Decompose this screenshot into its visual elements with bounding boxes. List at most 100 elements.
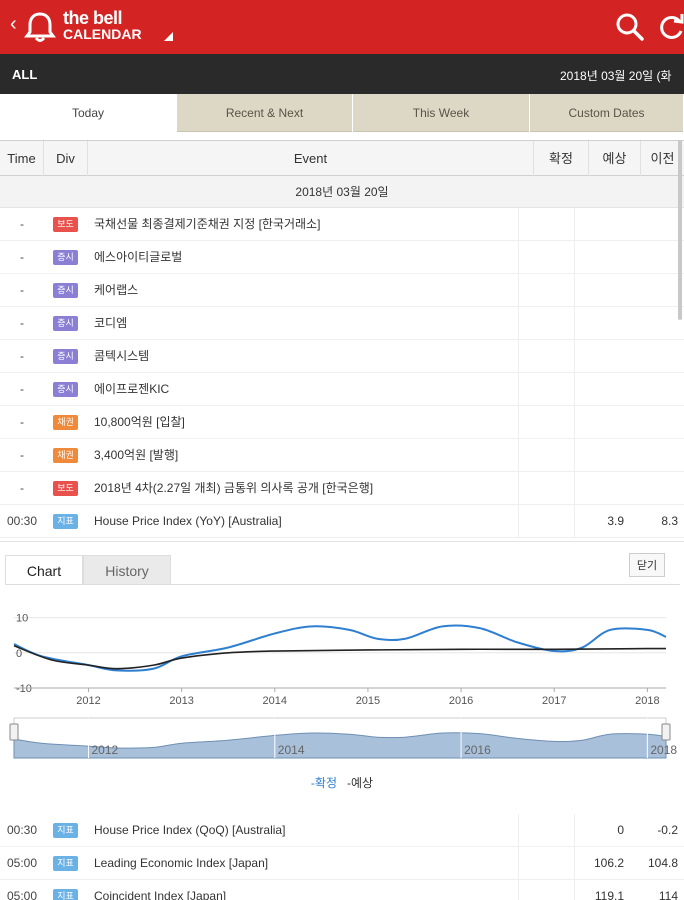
row-event[interactable]: 2018년 4차(2.27일 개최) 금통위 의사록 공개 [한국은행] [94,472,373,505]
tab-this-week[interactable]: This Week [353,94,530,132]
row-confirmed [518,439,573,472]
table-row[interactable]: 05:00 지표 Leading Economic Index [Japan] 106… [0,847,684,880]
row-time: 05:00 [6,856,38,870]
row-time: - [20,250,24,264]
row-forecast [574,472,624,505]
series-line-forecast [13,645,667,670]
row-time: - [20,382,24,396]
back-button[interactable]: ‹ [10,14,17,34]
col-div: Div [44,141,88,176]
table-row[interactable]: - 보도 국채선물 최종결제기준채권 지정 [한국거래소] [0,208,684,241]
date-group-header: 2018년 03월 20일 [0,176,684,208]
tab-chart[interactable]: Chart [5,555,83,585]
navigator-tick-label: 2018 [650,743,677,757]
row-event[interactable]: 에스아이티글로벌 [94,241,182,274]
row-event[interactable]: 코디엠 [94,307,127,340]
row-div-badge: 보도 [53,217,78,232]
filter-all[interactable]: ALL [12,67,37,82]
current-date: 2018년 03월 20일 (화 [560,69,672,83]
chart-legend: -확정 -예상 [0,774,684,791]
row-time: - [20,316,24,330]
row-time: - [20,448,24,462]
x-tick-label: 2012 [76,695,100,707]
panel-tab-divider [5,584,680,585]
row-forecast [574,406,624,439]
row-time: - [20,283,24,297]
row-confirmed [518,274,573,307]
row-div-badge: 지표 [53,514,78,529]
table-row[interactable]: 00:30 지표 House Price Index (QoQ) [Australi… [0,814,684,847]
row-time: - [20,415,24,429]
row-event[interactable]: 3,400억원 [발행] [94,439,178,472]
navigator-left-handle[interactable] [9,723,19,741]
row-div-badge: 지표 [53,856,78,871]
row-confirmed [518,814,573,847]
row-confirmed [518,241,573,274]
row-div-badge: 증시 [53,316,78,331]
table-row[interactable]: 05:00 지표 Coincident Index [Japan] 119.1 114 [0,880,684,900]
brand-subtitle[interactable]: CALENDAR [63,26,142,42]
row-event[interactable]: Leading Economic Index [Japan] [94,847,268,880]
row-event[interactable]: 콤텍시스템 [94,340,149,373]
table-row[interactable]: - 증시 콤텍시스템 [0,340,684,373]
menu-caret-icon[interactable] [164,32,173,41]
row-div-badge: 증시 [53,283,78,298]
table-row[interactable]: - 증시 케어랩스 [0,274,684,307]
row-time: - [20,481,24,495]
row-event[interactable]: 국채선물 최종결제기준채권 지정 [한국거래소] [94,208,320,241]
row-event[interactable]: 에이프로젠KIC [94,373,169,406]
legend-confirmed[interactable]: -확정 [311,776,337,790]
row-event[interactable]: 케어랩스 [94,274,138,307]
row-event[interactable]: House Price Index (YoY) [Australia] [94,505,282,538]
table-row[interactable]: - 채권 3,400억원 [발행] [0,439,684,472]
row-time: - [20,349,24,363]
navigator-tick-label: 2016 [464,743,491,757]
row-event[interactable]: 10,800억원 [입찰] [94,406,185,439]
app-header: ‹ the bell CALENDAR [0,0,684,54]
table-row[interactable]: - 채권 10,800억원 [입찰] [0,406,684,439]
row-forecast: 0 [574,814,624,847]
table-row[interactable]: - 보도 2018년 4차(2.27일 개최) 금통위 의사록 공개 [한국은행] [0,472,684,505]
table-row[interactable]: 00:30 지표 House Price Index (YoY) [Australi… [0,505,684,538]
legend-forecast[interactable]: -예상 [347,776,373,790]
navigator-right-handle[interactable] [661,723,671,741]
x-tick-label: 2017 [542,695,566,707]
row-event[interactable]: House Price Index (QoQ) [Australia] [94,814,285,847]
tab-custom-dates[interactable]: Custom Dates [530,94,684,132]
row-confirmed [518,340,573,373]
close-button[interactable]: 닫기 [629,553,665,577]
series-line-confirmed [13,624,667,672]
row-div-badge: 보도 [53,481,78,496]
row-forecast [574,307,624,340]
table-row[interactable]: - 증시 에스아이티글로벌 [0,241,684,274]
table-row[interactable]: - 증시 코디엠 [0,307,684,340]
tab-history[interactable]: History [83,555,171,585]
row-confirmed [518,208,573,241]
row-forecast [574,373,624,406]
row-confirmed [518,307,573,340]
chart-panel: Chart History 닫기 10 0 -10 2012 2013 2014 2015 2… [0,541,684,811]
row-time: - [20,217,24,231]
row-confirmed [518,847,573,880]
row-time: 05:00 [6,889,38,900]
row-forecast [574,439,624,472]
row-forecast: 3.9 [574,505,624,538]
x-tick-label: 2018 [635,695,659,707]
col-forecast: 예상 [589,141,641,176]
period-tabs: Today Recent & Next This Week Custom Dat… [0,94,684,132]
refresh-icon[interactable] [656,12,684,42]
row-event[interactable]: Coincident Index [Japan] [94,880,226,900]
bell-icon [24,12,56,42]
tab-today[interactable]: Today [0,94,177,132]
x-tick-label: 2015 [356,695,380,707]
row-div-badge: 지표 [53,889,78,900]
row-forecast [574,241,624,274]
table-row[interactable]: - 증시 에이프로젠KIC [0,373,684,406]
search-icon[interactable] [615,12,645,42]
col-time: Time [0,141,44,176]
x-tick-label: 2016 [449,695,473,707]
row-div-badge: 지표 [53,823,78,838]
row-div-badge: 채권 [53,448,78,463]
scrollbar[interactable] [678,140,682,320]
tab-recent-next[interactable]: Recent & Next [177,94,353,132]
